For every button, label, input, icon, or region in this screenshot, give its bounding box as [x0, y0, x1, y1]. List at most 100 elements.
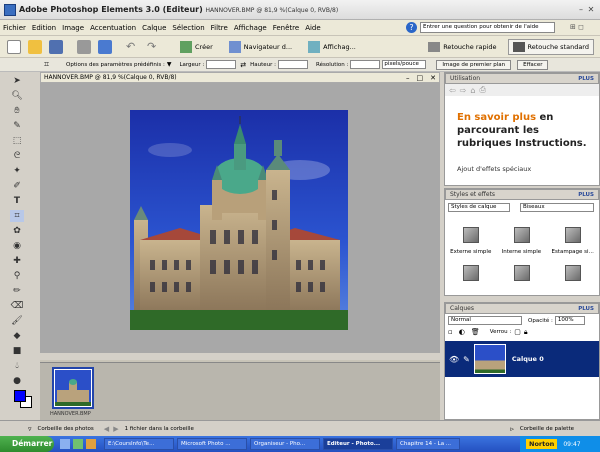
taskbar-item[interactable]: Organiseur - Pho... [250, 438, 320, 450]
link-brush-icon[interactable]: ✎ [463, 355, 470, 364]
clone-stamp-tool-icon[interactable]: ⚲ [10, 270, 24, 282]
shape-tool-icon[interactable]: ■ [10, 345, 24, 357]
photo-bin-thumbnail[interactable] [52, 367, 94, 409]
width-field[interactable] [206, 60, 237, 69]
marquee-tool-icon[interactable]: ⬚ [10, 135, 24, 147]
type-tool-icon[interactable]: T [10, 195, 24, 207]
style-swatch[interactable] [462, 265, 479, 281]
front-image-button[interactable]: Image de premier plan [436, 59, 512, 70]
swap-icon[interactable]: ⇄ [240, 61, 246, 69]
lock-transparency-icon[interactable]: ▢ [514, 328, 521, 336]
doc-close-icon[interactable]: ✕ [430, 74, 436, 82]
close-icon[interactable]: ✕ [586, 5, 596, 15]
eraser-tool-icon[interactable]: ⌫ [10, 300, 24, 312]
new-file-icon[interactable] [7, 39, 21, 54]
magic-wand-tool-icon[interactable]: ✦ [10, 165, 24, 177]
red-eye-tool-icon[interactable]: ◉ [10, 240, 24, 252]
help-search-input[interactable]: Entrer une question pour obtenir de l'ai… [420, 22, 555, 33]
hand-tool-icon[interactable]: ✋︎ [10, 105, 24, 117]
blend-mode-select[interactable]: Normal [448, 316, 522, 325]
open-folder-icon[interactable] [28, 39, 42, 54]
taskbar-item[interactable]: Chapitre 14 - La ... [396, 438, 460, 450]
menu-affichage[interactable]: Affichage [234, 24, 267, 32]
zoom-tool-icon[interactable]: 🔍︎ [10, 90, 24, 102]
create-button[interactable]: Créer [175, 39, 218, 55]
print-help-icon[interactable]: ⎙ [479, 85, 485, 95]
eyedropper-tool-icon[interactable]: ✎ [10, 120, 24, 132]
minimize-icon[interactable]: – [576, 5, 586, 15]
palette-bin-label[interactable]: Corbeille de palette [520, 426, 574, 432]
canvas-area[interactable] [40, 83, 440, 353]
foreground-color-swatch[interactable] [14, 390, 26, 402]
palette-dock-icon[interactable]: ⊞ ◻ [570, 23, 584, 31]
file-browser-button[interactable]: Navigateur d... [224, 39, 297, 55]
view-button[interactable]: Affichag... [303, 39, 361, 55]
selection-brush-tool-icon[interactable]: ✐ [10, 180, 24, 192]
style-swatch[interactable] [513, 265, 530, 281]
menu-calque[interactable]: Calque [142, 24, 166, 32]
forward-arrow-icon[interactable]: ⇨ [460, 86, 467, 95]
help-icon[interactable]: ? [406, 22, 417, 33]
back-arrow-icon[interactable]: ⇦ [449, 86, 456, 95]
menu-fenetre[interactable]: Fenêtre [273, 24, 299, 32]
menu-selection[interactable]: Sélection [172, 24, 204, 32]
resolution-unit-select[interactable]: pixels/pouce [382, 60, 427, 69]
style-swatch[interactable] [565, 227, 582, 243]
quick-fix-button[interactable]: Retouche rapide [423, 39, 501, 55]
delete-layer-icon[interactable]: 🗑︎ [471, 328, 480, 336]
norton-tray-button[interactable]: Norton [526, 439, 558, 449]
redo-icon[interactable]: ↷ [147, 40, 161, 54]
layers-more-button[interactable]: PLUS [578, 306, 594, 312]
online-services-icon[interactable] [98, 39, 112, 54]
opacity-field[interactable]: 100% [554, 316, 585, 325]
how-to-palette-header[interactable]: Utilisation PLUS [445, 73, 599, 84]
how-to-more-button[interactable]: PLUS [578, 76, 594, 82]
doc-maximize-icon[interactable]: □ [417, 74, 424, 82]
height-field[interactable] [278, 60, 309, 69]
lasso-tool-icon[interactable]: ᘓ [10, 150, 24, 162]
home-icon[interactable]: ⌂ [470, 86, 475, 95]
photo-bin-label[interactable]: Corbeille des photos [38, 426, 94, 432]
taskbar-item[interactable]: E:\CoursInfo\Te... [104, 438, 174, 450]
bin-next-icon[interactable]: ▶ [113, 425, 118, 433]
styles-category-select[interactable]: Styles de calque [448, 203, 510, 212]
menu-fichier[interactable]: Fichier [3, 24, 26, 32]
sponge-tool-icon[interactable]: ● [10, 375, 24, 387]
start-button[interactable]: Démarrer [0, 436, 54, 452]
taskbar-item[interactable]: Microsoft Photo ... [177, 438, 247, 450]
quicklaunch-icon[interactable] [86, 439, 96, 449]
menu-filtre[interactable]: Filtre [211, 24, 228, 32]
crop-tool-icon-box[interactable]: ⌗ [10, 210, 24, 222]
lock-all-icon[interactable]: 🔒︎ [524, 328, 528, 337]
palette-bin-toggle-icon[interactable]: ▹ [510, 425, 514, 433]
style-swatch[interactable] [462, 227, 479, 243]
quicklaunch-icon[interactable] [60, 439, 70, 449]
move-tool-icon[interactable]: ➤ [10, 75, 24, 87]
blur-tool-icon[interactable]: 💧︎ [10, 360, 24, 372]
brush-tool-icon[interactable]: 🖌︎ [10, 315, 24, 327]
undo-icon[interactable]: ↶ [126, 40, 140, 54]
healing-brush-tool-icon[interactable]: ✚ [10, 255, 24, 267]
clear-button[interactable]: Effacer [517, 59, 549, 70]
menu-edition[interactable]: Edition [32, 24, 56, 32]
bin-prev-icon[interactable]: ◀ [104, 425, 109, 433]
styles-more-button[interactable]: PLUS [578, 192, 594, 198]
standard-edit-button[interactable]: Retouche standard [507, 38, 594, 55]
layers-palette-header[interactable]: Calques PLUS [445, 303, 599, 314]
menu-accentuation[interactable]: Accentuation [90, 24, 136, 32]
new-layer-icon[interactable]: ▫ [448, 328, 453, 336]
visibility-eye-icon[interactable]: 👁︎ [449, 355, 459, 364]
pencil-tool-icon[interactable]: ✏ [10, 285, 24, 297]
how-to-link[interactable]: Ajout d'effets spéciaux [457, 163, 589, 175]
taskbar-item-active[interactable]: Editeur - Photo... [323, 438, 393, 450]
print-icon[interactable] [77, 39, 91, 54]
photo-bin-toggle-icon[interactable]: ▿ [28, 425, 32, 433]
style-swatch[interactable] [513, 227, 530, 243]
style-swatch[interactable] [565, 265, 582, 281]
adjustment-layer-icon[interactable]: ◐ [459, 328, 465, 336]
cookie-cutter-tool-icon[interactable]: ✿ [10, 225, 24, 237]
styles-subcategory-select[interactable]: Biseaux [520, 203, 594, 212]
resolution-field[interactable] [350, 60, 381, 69]
styles-palette-header[interactable]: Styles et effets PLUS [445, 189, 599, 200]
menu-aide[interactable]: Aide [305, 24, 320, 32]
